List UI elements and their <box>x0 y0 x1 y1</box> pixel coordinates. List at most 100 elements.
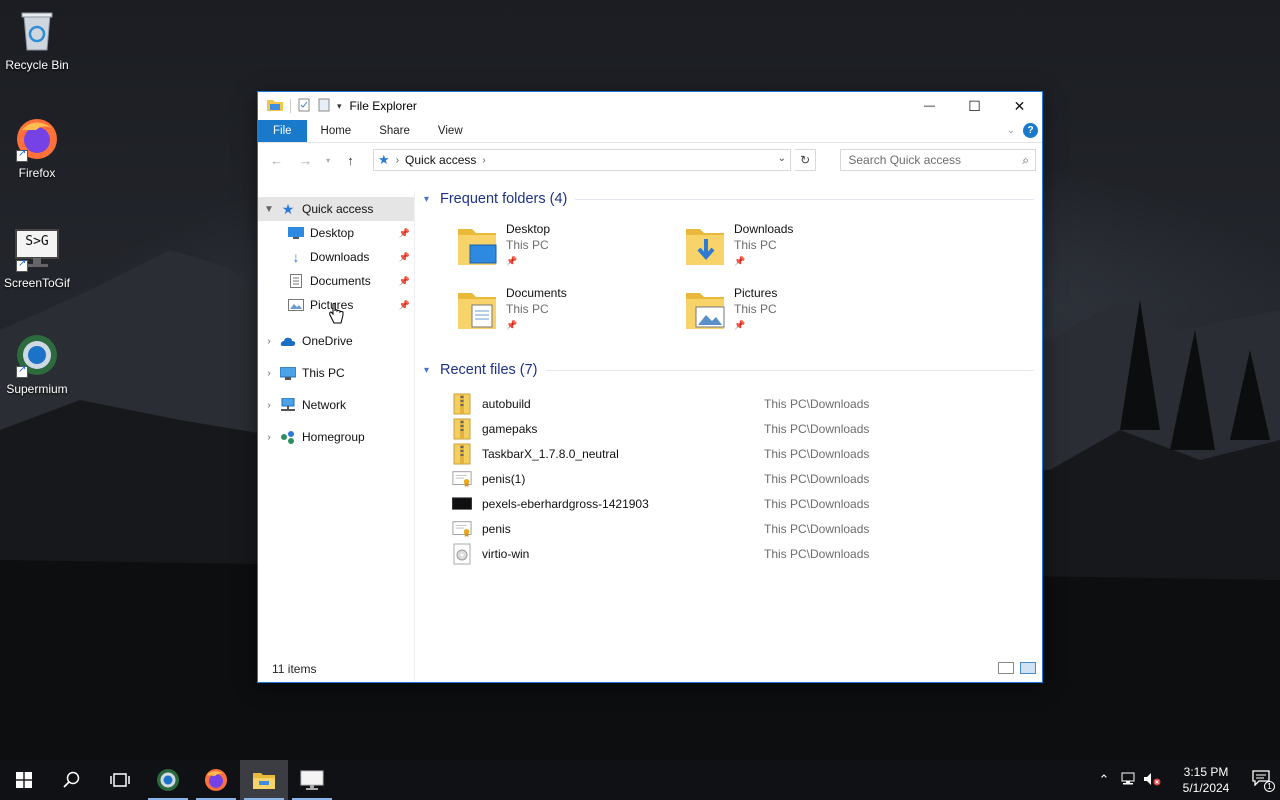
close-button[interactable]: ✕ <box>997 92 1042 120</box>
recent-file-name: TaskbarX_1.7.8.0_neutral <box>482 446 619 461</box>
expand-chevron-icon[interactable]: › <box>258 336 280 347</box>
desktop-icon-firefox[interactable]: Firefox <box>0 116 74 180</box>
frequent-folders-header[interactable]: ▾ Frequent folders (4) <box>424 188 1034 210</box>
screentogif-glyph-text: S>G <box>25 234 49 249</box>
quick-access-toolbar: ▾ <box>258 98 342 115</box>
expand-ribbon-icon[interactable]: ⌄ <box>1007 125 1015 136</box>
nav-item-label: Desktop <box>310 226 355 240</box>
recent-file-name: penis(1) <box>482 471 526 486</box>
expand-chevron-icon[interactable]: › <box>258 368 280 379</box>
expand-chevron-icon[interactable]: › <box>258 432 280 443</box>
group-collapse-chevron-icon[interactable]: ▾ <box>424 194 434 205</box>
desktop-icon-supermium[interactable]: Supermium <box>0 332 74 396</box>
collapse-chevron-icon[interactable]: ▼ <box>258 204 280 215</box>
nav-item-desktop[interactable]: Desktop 📌 <box>258 221 414 245</box>
address-bar[interactable]: ★ › Quick access › ⌄ <box>373 149 792 171</box>
title-bar[interactable]: ▾ File Explorer — ☐ ✕ <box>258 92 1042 120</box>
frequent-folder-documents[interactable]: Documents This PC 📌 <box>416 283 636 343</box>
maximize-button[interactable]: ☐ <box>952 92 997 120</box>
recent-files-header[interactable]: ▾ Recent files (7) <box>424 359 1034 381</box>
refresh-button[interactable]: ↻ <box>795 149 817 171</box>
nav-item-quick-access[interactable]: ▼ ★ Quick access <box>258 197 414 221</box>
nav-item-documents[interactable]: Documents 📌 <box>258 269 414 293</box>
tab-view[interactable]: View <box>424 120 477 142</box>
forward-button[interactable]: → <box>293 149 318 171</box>
frequent-folder-desktop[interactable]: Desktop This PC 📌 <box>416 219 636 279</box>
pin-icon[interactable]: 📌 <box>506 317 567 333</box>
recent-file-row[interactable]: gamepaks This PC\Downloads <box>452 416 1012 441</box>
task-view-button[interactable] <box>96 760 144 800</box>
taskbar-file-explorer[interactable] <box>240 760 288 800</box>
desktop-icon-recycle-bin[interactable]: Recycle Bin <box>0 8 74 72</box>
action-center-button[interactable]: 1 <box>1242 770 1280 792</box>
customize-toolbar-icon[interactable]: ▾ <box>337 101 342 112</box>
show-hidden-icons-chevron-icon[interactable]: ⌃ <box>1092 772 1116 788</box>
recent-file-row[interactable]: autobuild This PC\Downloads <box>452 391 1012 416</box>
window-title: File Explorer <box>349 99 417 113</box>
recent-file-name: pexels-eberhardgross-1421903 <box>482 496 649 511</box>
taskbar-screentogif[interactable] <box>288 760 336 800</box>
pin-icon[interactable]: 📌 <box>399 300 410 311</box>
disc-image-icon <box>452 543 472 565</box>
windows-logo-icon <box>16 772 32 788</box>
clock[interactable]: 3:15 PM 5/1/2024 <box>1170 764 1242 796</box>
folder-desktop-icon <box>456 223 502 269</box>
desktop-icon-screentogif[interactable]: S>G ScreenToGif <box>0 226 74 290</box>
pin-icon[interactable]: 📌 <box>399 228 410 239</box>
search-input[interactable] <box>848 153 1019 167</box>
expand-chevron-icon[interactable]: › <box>258 400 280 411</box>
network-status-icon[interactable] <box>1116 772 1140 789</box>
back-button[interactable]: ← <box>264 149 289 171</box>
search-button[interactable] <box>48 760 96 800</box>
nav-item-network[interactable]: › Network <box>258 389 414 421</box>
tab-home[interactable]: Home <box>307 120 366 142</box>
pin-icon[interactable]: 📌 <box>734 317 777 333</box>
pictures-icon <box>288 297 304 313</box>
start-button[interactable] <box>0 760 48 800</box>
folder-location: This PC <box>734 238 777 252</box>
folder-name: Downloads <box>734 222 794 236</box>
help-icon[interactable]: ? <box>1023 123 1038 138</box>
frequent-folder-pictures[interactable]: Pictures This PC 📌 <box>644 283 864 343</box>
volume-muted-icon[interactable] <box>1140 772 1164 789</box>
nav-item-downloads[interactable]: ↓ Downloads 📌 <box>258 245 414 269</box>
pin-icon[interactable]: 📌 <box>734 253 793 269</box>
large-icons-view-button[interactable] <box>1020 662 1036 674</box>
pin-icon[interactable]: 📌 <box>399 252 410 263</box>
recent-file-row[interactable]: penis(1) This PC\Downloads <box>452 466 1012 491</box>
ribbon-right-controls: ⌄ ? <box>1007 123 1038 138</box>
recent-file-name: gamepaks <box>482 421 538 436</box>
pin-icon[interactable]: 📌 <box>506 253 550 269</box>
details-view-button[interactable] <box>998 662 1014 674</box>
nav-item-homegroup[interactable]: › Homegroup <box>258 421 414 453</box>
tab-file[interactable]: File <box>258 120 307 142</box>
file-explorer-window: ▾ File Explorer — ☐ ✕ File Home Share Vi… <box>257 91 1043 683</box>
recent-file-row[interactable]: penis This PC\Downloads <box>452 516 1012 541</box>
up-button[interactable]: ↑ <box>338 149 363 171</box>
address-dropdown-icon[interactable]: ⌄ <box>778 153 786 164</box>
nav-item-onedrive[interactable]: › OneDrive <box>258 325 414 357</box>
recent-file-path: This PC\Downloads <box>764 471 870 486</box>
properties-icon[interactable] <box>297 98 311 115</box>
notification-icon: 1 <box>1252 770 1275 792</box>
breadcrumb-separator-icon[interactable]: › <box>482 155 485 166</box>
frequent-folder-downloads[interactable]: Downloads This PC 📌 <box>644 219 864 279</box>
taskbar-firefox[interactable] <box>192 760 240 800</box>
recent-file-row[interactable]: virtio-win This PC\Downloads <box>452 541 1012 566</box>
tab-share[interactable]: Share <box>365 120 424 142</box>
folder-location: This PC <box>734 302 777 316</box>
search-box[interactable]: ⌕ <box>840 149 1036 171</box>
navigation-pane: ▼ ★ Quick access Desktop 📌 ↓ Downloads 📌… <box>258 191 415 682</box>
group-collapse-chevron-icon[interactable]: ▾ <box>424 365 434 376</box>
taskbar-supermium[interactable] <box>144 760 192 800</box>
pin-icon[interactable]: 📌 <box>399 276 410 287</box>
nav-item-this-pc[interactable]: › This PC <box>258 357 414 389</box>
recent-locations-button[interactable]: ▾ <box>322 149 334 171</box>
recent-file-row[interactable]: TaskbarX_1.7.8.0_neutral This PC\Download… <box>452 441 1012 466</box>
folder-pictures-icon <box>684 287 730 333</box>
folder-location: This PC <box>506 238 549 252</box>
breadcrumb-quick-access[interactable]: Quick access <box>405 153 476 167</box>
recent-file-row[interactable]: pexels-eberhardgross-1421903 This PC\Down… <box>452 491 1012 516</box>
minimize-button[interactable]: — <box>907 92 952 120</box>
new-folder-icon[interactable] <box>317 98 331 115</box>
